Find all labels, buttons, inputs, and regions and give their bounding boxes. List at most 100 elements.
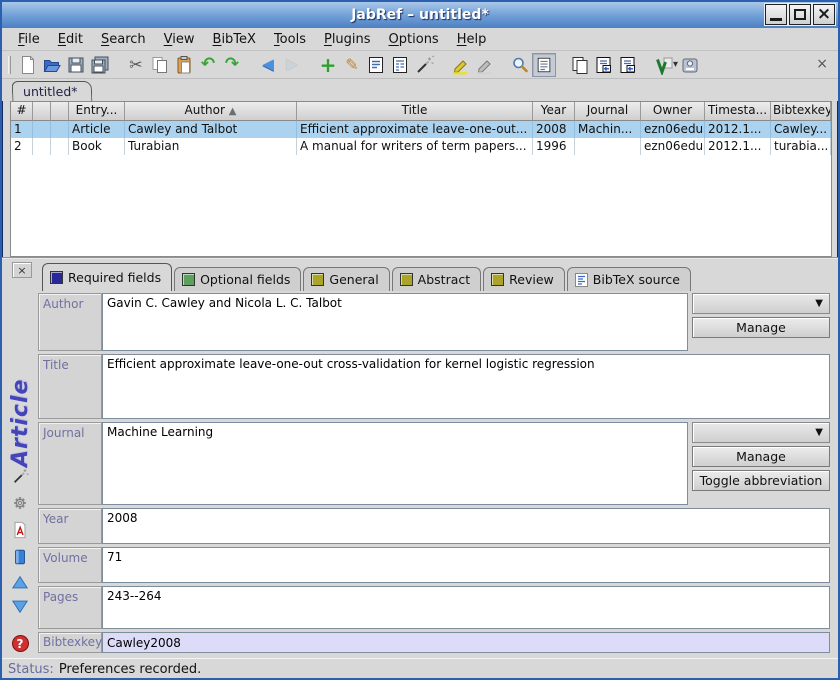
entry-type-label: Article: [8, 295, 33, 467]
next-entry-button[interactable]: [11, 599, 29, 614]
menu-help[interactable]: Help: [449, 30, 495, 49]
new-library-button[interactable]: [16, 53, 40, 77]
jabref-window: JabRef – untitled* × File Edit Search Vi…: [0, 0, 840, 680]
entry-editor: × Required fields Optional fields Genera…: [2, 257, 838, 658]
forward-icon: ▶: [286, 57, 298, 72]
undo-button[interactable]: ↶: [196, 53, 220, 77]
col-header-entrytype[interactable]: Entry...: [69, 102, 125, 121]
tab-required-fields[interactable]: Required fields: [42, 263, 172, 291]
table-row[interactable]: 1 Article Cawley and Talbot Efficient ap…: [11, 121, 831, 138]
col-header-bibtexkey[interactable]: Bibtexkey: [771, 102, 831, 121]
redo-button[interactable]: ↷: [220, 53, 244, 77]
tab-optional-fields[interactable]: Optional fields: [174, 267, 301, 291]
cut-button[interactable]: ✂: [124, 53, 148, 77]
year-input[interactable]: 2008: [102, 508, 830, 544]
edit-entry-button[interactable]: ✎: [340, 53, 364, 77]
author-input[interactable]: Gavin C. Cawley and Nicola L. C. Talbot: [102, 293, 688, 351]
search-panel-icon: [535, 56, 553, 74]
bibtexkey-input[interactable]: [102, 632, 830, 653]
manage-author-button[interactable]: Manage: [692, 317, 830, 338]
entry-editor-tab-strip: × Required fields Optional fields Genera…: [2, 259, 838, 291]
col-header-journal[interactable]: Journal: [575, 102, 641, 121]
save-library-icon: [66, 55, 86, 75]
menu-tools[interactable]: Tools: [266, 30, 314, 49]
entry-table: # Entry... Author ▲ Title Year Journal O…: [10, 101, 832, 257]
menu-options[interactable]: Options: [381, 30, 447, 49]
tab-general[interactable]: General: [303, 267, 389, 291]
open-document-button[interactable]: [678, 53, 702, 77]
new-entry-button[interactable]: +: [316, 53, 340, 77]
col-header-owner[interactable]: Owner: [641, 102, 705, 121]
cleanup-button[interactable]: [412, 53, 436, 77]
save-all-button[interactable]: [88, 53, 112, 77]
edit-preamble-button[interactable]: [388, 53, 412, 77]
entry-editor-side-strip: Article: [2, 291, 38, 658]
menu-view[interactable]: View: [156, 30, 203, 49]
status-message: Preferences recorded.: [59, 662, 202, 677]
forward-button[interactable]: ▶: [280, 53, 304, 77]
chevron-down-icon: ▼: [815, 298, 823, 309]
volume-input[interactable]: 71: [102, 547, 830, 583]
generate-key-button[interactable]: [11, 467, 29, 485]
status-bar: Status: Preferences recorded.: [2, 658, 838, 680]
menu-plugins[interactable]: Plugins: [316, 30, 379, 49]
paste-button[interactable]: [172, 53, 196, 77]
help-button[interactable]: ?: [12, 635, 29, 652]
close-button[interactable]: ×: [813, 4, 835, 25]
entry-editor-close-button[interactable]: ×: [12, 262, 32, 278]
manage-journal-button[interactable]: Manage: [692, 446, 830, 467]
author-autocomplete-dropdown[interactable]: ▼: [692, 293, 830, 314]
toolbar-handle[interactable]: [8, 56, 11, 74]
title-field-label: Title: [38, 354, 102, 419]
toolbar-close-icon[interactable]: ×: [816, 56, 828, 72]
journal-autocomplete-dropdown[interactable]: ▼: [692, 422, 830, 443]
journal-input[interactable]: Machine Learning: [102, 422, 688, 505]
autoset-links-button[interactable]: [11, 494, 29, 512]
menu-file[interactable]: File: [10, 30, 48, 49]
col-header-timestamp[interactable]: Timesta...: [705, 102, 771, 121]
import-into-new-button[interactable]: [616, 53, 640, 77]
import-into-current-button[interactable]: [592, 53, 616, 77]
toggle-search-panel-button[interactable]: [532, 53, 556, 77]
pages-input[interactable]: 243--264: [102, 586, 830, 629]
bibtex-source-icon: [575, 273, 588, 287]
library-tab-untitled[interactable]: untitled*: [12, 81, 93, 101]
menu-search[interactable]: Search: [93, 30, 154, 49]
table-row[interactable]: 2 Book Turabian A manual for writers of …: [11, 138, 831, 155]
menu-edit[interactable]: Edit: [50, 30, 91, 49]
toggle-abbreviation-button[interactable]: Toggle abbreviation: [692, 470, 830, 491]
open-document-icon: [680, 55, 700, 75]
tab-review[interactable]: Review: [483, 267, 565, 291]
edit-strings-button[interactable]: [364, 53, 388, 77]
search-button[interactable]: [508, 53, 532, 77]
maximize-button[interactable]: [789, 4, 811, 25]
back-button[interactable]: ◀: [256, 53, 280, 77]
col-header-author[interactable]: Author ▲: [125, 102, 297, 121]
copy-button[interactable]: [148, 53, 172, 77]
unmark-entries-button[interactable]: [472, 53, 496, 77]
open-file-button[interactable]: [11, 548, 29, 566]
tab-bibtex-source[interactable]: BibTeX source: [567, 267, 691, 291]
copy-citation-icon: [570, 55, 590, 75]
menu-bibtex[interactable]: BibTeX: [205, 30, 264, 49]
minimize-button[interactable]: [765, 4, 787, 25]
review-tab-icon: [491, 273, 504, 286]
col-header-number[interactable]: #: [11, 102, 33, 121]
save-library-button[interactable]: [64, 53, 88, 77]
col-header-year[interactable]: Year: [533, 102, 575, 121]
open-library-button[interactable]: [40, 53, 64, 77]
previous-entry-button[interactable]: [11, 575, 29, 590]
tab-abstract[interactable]: Abstract: [392, 267, 481, 291]
title-bar: JabRef – untitled* ×: [2, 2, 838, 28]
mark-entries-button[interactable]: [448, 53, 472, 77]
title-input[interactable]: Efficient approximate leave-one-out cros…: [102, 354, 830, 419]
search-icon: [510, 55, 530, 75]
col-header-icon2[interactable]: [51, 102, 69, 121]
col-header-title[interactable]: Title: [297, 102, 533, 121]
col-header-icon1[interactable]: [33, 102, 51, 121]
gear-icon: [11, 494, 29, 512]
copy-citation-button[interactable]: [568, 53, 592, 77]
paste-icon: [174, 55, 194, 75]
write-pdf-button[interactable]: [11, 521, 29, 539]
library-tab-strip: untitled*: [2, 79, 838, 101]
